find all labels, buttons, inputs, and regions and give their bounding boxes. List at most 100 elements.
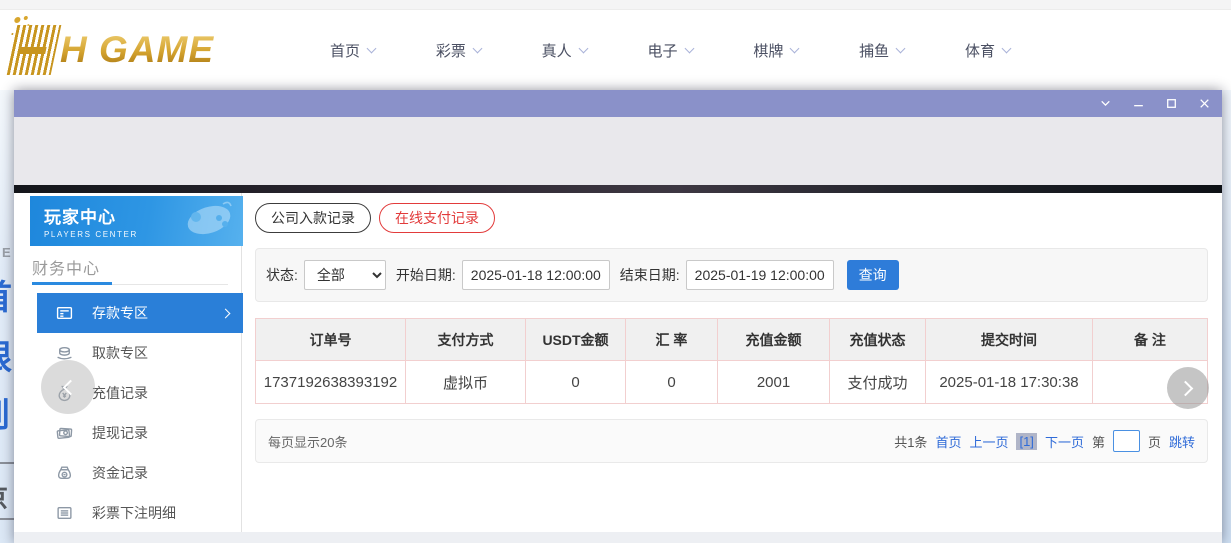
nav-label: 首页	[330, 42, 361, 60]
sidebar-item-label: 充值记录	[92, 385, 148, 401]
logo-stripes-icon	[6, 25, 62, 75]
nav-item-chess[interactable]: 棋牌	[753, 40, 800, 61]
sidebar-item-cashout-records[interactable]: 提现记录	[14, 413, 243, 453]
banner-bottom-edge	[14, 185, 1222, 193]
nav-label: 捕鱼	[859, 42, 890, 60]
nav-label: 彩票	[435, 42, 466, 60]
sidebar-item-lottery-bet-details[interactable]: 彩票下注明细	[14, 493, 243, 533]
col-recharge-amount: 充值金额	[717, 318, 830, 361]
nav-item-home[interactable]: 首页	[330, 40, 377, 61]
page-top-strip	[0, 0, 1231, 10]
window-maximize-button[interactable]	[1163, 96, 1179, 112]
sidebar-item-label: 彩票下注明细	[92, 505, 176, 521]
jump-button[interactable]: 跳转	[1169, 432, 1195, 451]
status-select[interactable]: 全部	[303, 260, 386, 290]
pagination-bar: 每页显示20条 共1条 首页 上一页 [1] 下一页 第 页 跳转	[255, 419, 1208, 463]
background-text-fragment: E	[2, 245, 11, 260]
filter-bar: 状态: 全部 开始日期: 结束日期: 查询	[255, 248, 1208, 302]
main-panel: 公司入款记录 在线支付记录 状态: 全部 开始日期: 结束日期: 查询 订单号	[242, 193, 1222, 532]
sidebar-item-label: 存款专区	[92, 305, 148, 321]
chevron-down-icon	[1001, 43, 1012, 53]
nav-label: 真人	[541, 42, 572, 60]
nav-item-fishing[interactable]: 捕鱼	[859, 40, 906, 61]
window-close-button[interactable]	[1196, 96, 1212, 112]
deposit-icon	[56, 305, 73, 322]
section-underline	[32, 282, 228, 285]
background-text-fragment: 限	[0, 330, 12, 379]
divider	[0, 462, 14, 464]
nav-item-lottery[interactable]: 彩票	[435, 40, 483, 61]
chevron-down-icon	[578, 43, 589, 53]
nav-label: 电子	[647, 42, 678, 60]
background-text-fragment: 首	[0, 270, 12, 319]
gamepad-icon	[187, 201, 232, 235]
carousel-prev-button[interactable]	[41, 360, 95, 414]
col-submit-time: 提交时间	[925, 318, 1093, 361]
chevron-down-icon	[472, 43, 483, 53]
sidebar-item-funds-records[interactable]: 资金记录	[14, 453, 243, 493]
jump-page-input[interactable]	[1112, 430, 1140, 452]
chevron-down-icon	[789, 43, 800, 53]
chevron-left-icon	[62, 379, 79, 395]
cell-order-number: 1737192638393192	[255, 360, 406, 404]
nav-item-slots[interactable]: 电子	[647, 40, 694, 61]
divider	[0, 518, 14, 520]
background-page-right-edge	[1222, 90, 1231, 543]
nav-item-sports[interactable]: 体育	[965, 40, 1012, 61]
page-size-text: 每页显示20条	[268, 434, 348, 450]
window-minimize-button[interactable]	[1130, 96, 1146, 112]
site-logo[interactable]: H GAME	[6, 22, 214, 78]
background-page-left-edge: E 首 限 到 京	[0, 90, 14, 543]
prev-page-link[interactable]: 上一页	[969, 432, 1008, 451]
chevron-right-icon	[220, 308, 231, 318]
jump-suffix-text: 页	[1147, 434, 1161, 450]
first-page-link[interactable]: 首页	[935, 432, 961, 451]
sidebar-item-label: 资金记录	[92, 465, 148, 481]
next-page-link[interactable]: 下一页	[1045, 432, 1084, 451]
total-count-text: 共1条	[894, 434, 928, 450]
end-date-label: 结束日期:	[619, 267, 680, 283]
sidebar-item-deposit[interactable]: 存款专区	[37, 293, 243, 333]
end-date-input[interactable]	[685, 260, 834, 290]
tab-company-deposit-records[interactable]: 公司入款记录	[255, 203, 371, 233]
search-button[interactable]: 查询	[846, 260, 899, 290]
col-recharge-status: 充值状态	[829, 318, 926, 361]
players-center-header: 玩家中心 PLAYERS CENTER	[30, 196, 243, 246]
start-date-input[interactable]	[461, 260, 610, 290]
cell-payment-method: 虚拟币	[405, 360, 526, 404]
cell-submit-time: 2025-01-18 17:30:38	[925, 360, 1093, 404]
record-tabs: 公司入款记录 在线支付记录	[255, 203, 1208, 233]
background-text-fragment: 京	[0, 478, 8, 515]
col-order-number: 订单号	[255, 318, 406, 361]
player-center-window: 玩家中心 PLAYERS CENTER 财务中心 存款专区 取款专区 充值记录 …	[14, 90, 1222, 543]
col-payment-method: 支付方式	[405, 318, 526, 361]
payment-records-table: 订单号 支付方式 USDT金额 汇 率 充值金额 充值状态 提交时间 备 注 1…	[255, 318, 1208, 404]
withdraw-icon	[56, 345, 73, 362]
chevron-right-icon	[1177, 380, 1194, 396]
funds-record-icon	[56, 465, 73, 482]
chevron-down-icon	[684, 43, 694, 53]
window-titlebar	[14, 90, 1222, 117]
carousel-next-button[interactable]	[1167, 367, 1209, 409]
cell-exchange-rate: 0	[625, 360, 718, 404]
main-nav: 首页 彩票 真人 电子 棋牌 捕鱼 体育	[330, 10, 1012, 90]
nav-item-live[interactable]: 真人	[541, 40, 589, 61]
sidebar-menu: 存款专区 取款专区 充值记录 提现记录 资金记录 彩票下注明细	[14, 293, 243, 533]
finance-section-title: 财务中心	[32, 261, 101, 278]
close-icon	[1199, 99, 1209, 108]
table-header-row: 订单号 支付方式 USDT金额 汇 率 充值金额 充值状态 提交时间 备 注	[255, 318, 1208, 361]
start-date-label: 开始日期:	[395, 267, 456, 283]
site-header: H GAME 首页 彩票 真人 电子 棋牌 捕鱼 体育	[0, 10, 1231, 90]
minimize-icon	[1133, 105, 1143, 107]
cashout-record-icon	[56, 425, 73, 442]
cell-recharge-status: 支付成功	[829, 360, 926, 404]
sidebar: 玩家中心 PLAYERS CENTER 财务中心 存款专区 取款专区 充值记录 …	[14, 193, 243, 533]
lottery-detail-icon	[56, 505, 73, 522]
window-collapse-button[interactable]	[1097, 96, 1113, 112]
cell-recharge-amount: 2001	[717, 360, 830, 404]
logo-text: H GAME	[60, 29, 214, 70]
tab-online-payment-records[interactable]: 在线支付记录	[379, 203, 495, 233]
window-footer-strip	[14, 532, 1222, 543]
jump-prefix-text: 第	[1091, 434, 1105, 450]
col-remark: 备 注	[1092, 318, 1208, 361]
